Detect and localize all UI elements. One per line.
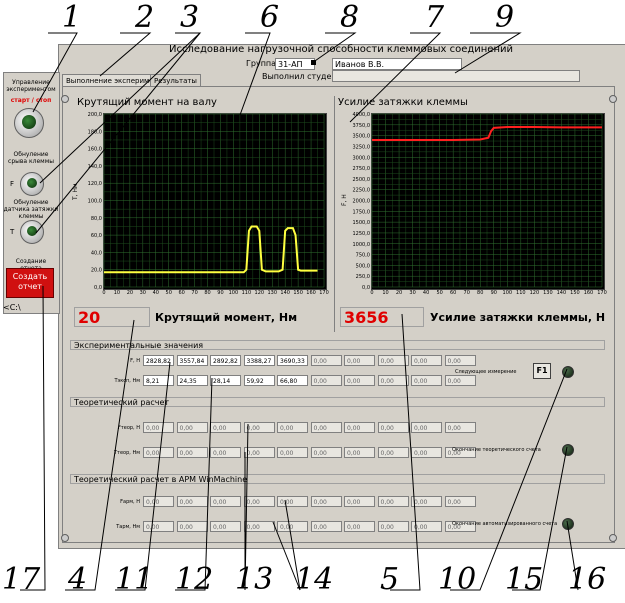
callout-6: 6 <box>260 0 280 35</box>
callout-10: 10 <box>438 562 477 597</box>
callout-7: 7 <box>425 0 445 35</box>
callout-9: 9 <box>495 0 515 35</box>
callout-4: 4 <box>68 562 88 597</box>
callout-2: 2 <box>135 0 155 35</box>
callout-13: 13 <box>235 562 274 597</box>
callout-lines <box>20 32 579 591</box>
callout-3: 3 <box>180 0 200 35</box>
callout-12: 12 <box>175 562 214 597</box>
callout-5: 5 <box>380 562 400 597</box>
callout-11: 11 <box>115 562 154 597</box>
callout-1: 1 <box>62 0 82 35</box>
callout-14: 14 <box>295 562 334 597</box>
callout-8: 8 <box>340 0 360 35</box>
callout-15: 15 <box>505 562 544 597</box>
callout-17: 17 <box>2 562 41 597</box>
callout-16: 16 <box>568 562 607 597</box>
